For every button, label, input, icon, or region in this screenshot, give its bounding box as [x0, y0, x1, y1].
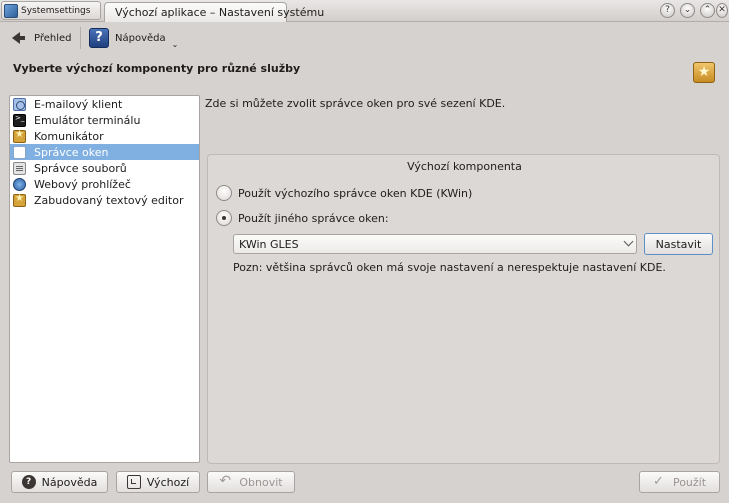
window-title-tab[interactable]: Výchozí aplikace – Nastavení systému [104, 2, 324, 22]
list-item-text-editor[interactable]: Zabudovaný textový editor [10, 192, 199, 208]
list-item-email-client[interactable]: E-mailový klient [10, 96, 199, 112]
apply-button[interactable]: ✓ Použít [639, 471, 720, 493]
dropdown-arrow-icon: ⌄ [171, 39, 179, 49]
list-item-label: Komunikátor [34, 129, 104, 143]
defaults-icon [126, 475, 141, 489]
close-button[interactable]: ✕ [716, 3, 728, 18]
window-icon [13, 145, 26, 159]
toolbar: Přehled ? Nápověda ⌄ [0, 22, 729, 52]
page-title: Vyberte výchozí komponenty pro různé slu… [13, 62, 301, 75]
default-applications-icon: ★ [693, 62, 715, 83]
app-button-label: Systemsettings [21, 5, 91, 16]
radio-button-selected[interactable] [216, 210, 232, 226]
radio-default-wm[interactable]: Použít výchozího správce oken KDE (KWin) [216, 185, 472, 201]
list-item-label: E-mailový klient [34, 97, 123, 111]
reset-button-label: Obnovit [239, 475, 283, 489]
defaults-button[interactable]: Výchozí [116, 471, 200, 493]
radio-other-wm[interactable]: Použít jiného správce oken: [216, 210, 389, 226]
note-text: Pozn: většina správců oken má svoje nast… [233, 261, 666, 274]
groupbox-title: Výchozí komponenta [407, 160, 522, 173]
reset-button[interactable]: ↶ Obnovit [207, 471, 295, 493]
radio-label: Použít jiného správce oken: [238, 211, 389, 225]
component-list: E-mailový klient Emulátor terminálu Komu… [9, 95, 200, 463]
title-bar: Systemsettings Výchozí aplikace – Nastav… [0, 0, 729, 22]
window-manager-select[interactable]: KWin GLES [233, 234, 637, 254]
help-menu-button[interactable]: ? Nápověda ⌄ [89, 25, 178, 51]
system-settings-icon [4, 3, 18, 18]
star-icon [13, 129, 26, 143]
radio-label: Použít výchozího správce oken KDE (KWin) [238, 186, 473, 200]
list-item-messenger[interactable]: Komunikátor [10, 128, 199, 144]
overview-label: Přehled [34, 32, 72, 44]
help-icon: ? [89, 28, 109, 48]
apply-button-label: Použít [672, 475, 707, 489]
maximize-button[interactable]: ⌃ [700, 3, 715, 18]
selected-value: KWin GLES [239, 238, 299, 251]
list-item-terminal-emulator[interactable]: Emulátor terminálu [10, 112, 199, 128]
list-item-label: Zabudovaný textový editor [34, 193, 184, 207]
chevron-down-icon [623, 236, 634, 247]
mail-icon [13, 97, 26, 111]
help-menu-label: Nápověda [115, 32, 166, 44]
configure-button[interactable]: Nastavit [644, 233, 713, 255]
radio-button[interactable] [216, 185, 232, 201]
back-arrow-icon [12, 32, 25, 44]
description-text: Zde si můžete zvolit správce oken pro sv… [205, 97, 506, 110]
web-icon [13, 177, 26, 191]
undo-icon: ↶ [219, 473, 232, 489]
list-item-label: Správce oken [34, 145, 109, 159]
check-icon: ✓ [652, 474, 664, 489]
help-button-label: Nápověda [41, 475, 98, 489]
defaults-button-label: Výchozí [146, 475, 190, 489]
configure-label: Nastavit [655, 237, 702, 251]
toolbar-separator [80, 27, 81, 49]
help-button[interactable]: ? Nápověda [11, 471, 108, 493]
help-icon: ? [21, 475, 36, 489]
list-item-label: Emulátor terminálu [34, 113, 141, 127]
taskbar-app-button[interactable]: Systemsettings [1, 1, 101, 20]
list-item-label: Webový prohlížeč [34, 177, 131, 191]
list-item-web-browser[interactable]: Webový prohlížeč [10, 176, 199, 192]
overview-button[interactable]: Přehled [12, 25, 72, 51]
minimize-button[interactable]: ⌄ [680, 3, 695, 18]
list-item-window-manager[interactable]: Správce oken [10, 144, 199, 160]
editor-icon [13, 193, 26, 207]
help-window-button[interactable]: ? [660, 3, 675, 18]
terminal-icon [13, 113, 26, 127]
